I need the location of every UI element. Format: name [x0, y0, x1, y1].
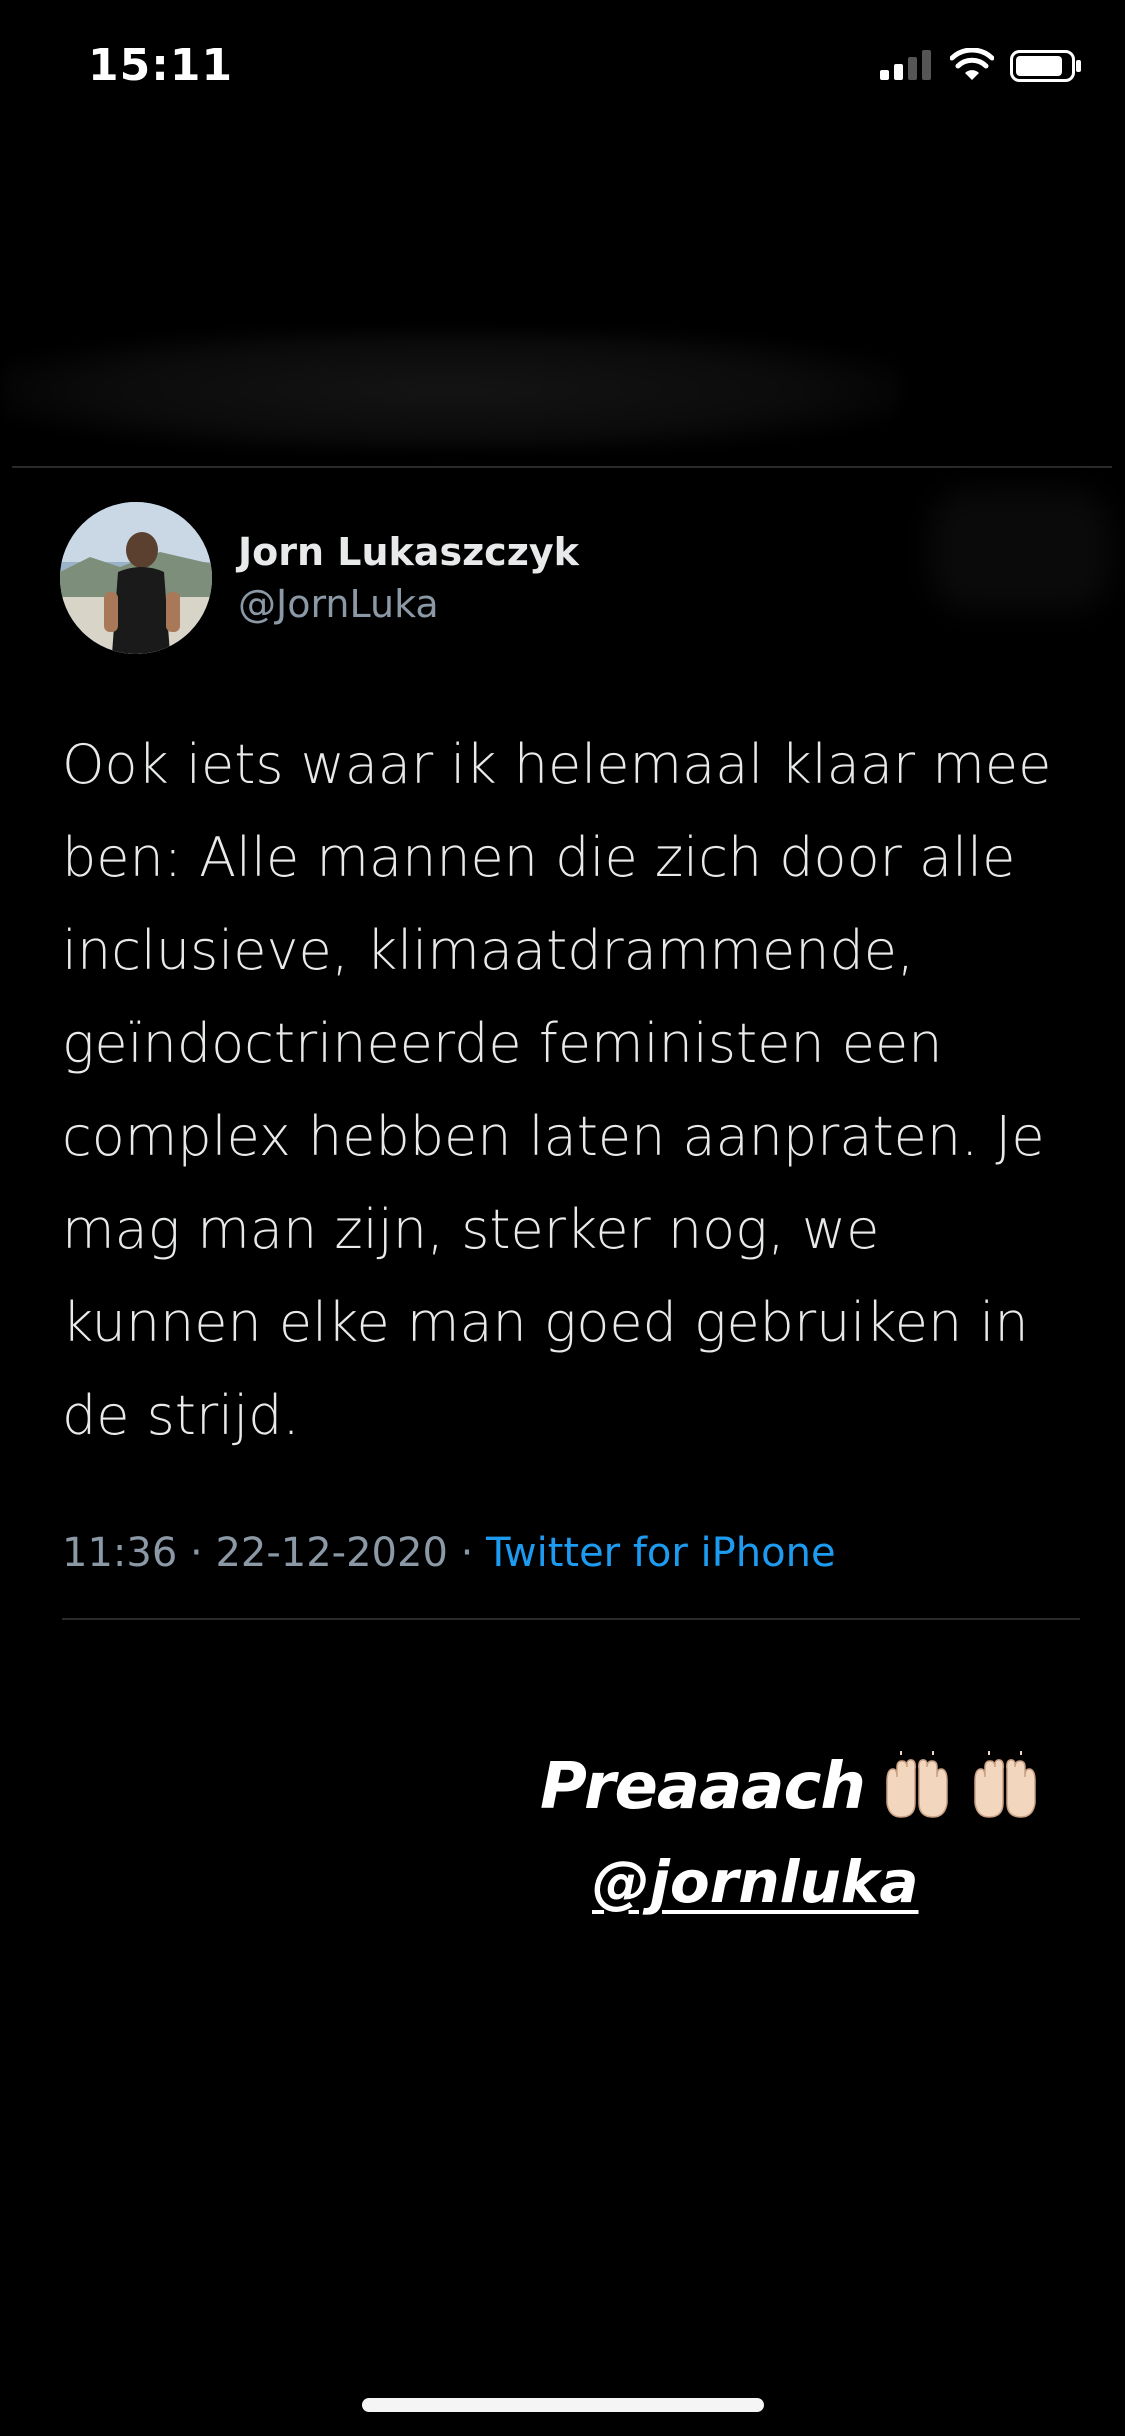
tweet-time: 11:36 — [62, 1530, 178, 1576]
caption-text: Preaaach — [540, 1750, 866, 1824]
battery-icon — [1010, 50, 1081, 82]
status-time: 15:11 — [88, 40, 234, 91]
meta-separator: · — [460, 1530, 474, 1576]
tweet-date: 22-12-2020 — [215, 1530, 448, 1576]
divider — [12, 466, 1112, 468]
wifi-icon — [950, 48, 994, 80]
tweet-text: Ook iets waar ik helemaal klaar mee ben:… — [62, 733, 1052, 1447]
author-name[interactable]: Jorn Lukaszczyk — [238, 530, 579, 574]
author-handle[interactable]: @JornLuka — [238, 582, 439, 626]
signal-icon — [880, 50, 931, 80]
home-indicator[interactable] — [362, 2398, 764, 2412]
raised-hands-icon — [974, 1751, 1036, 1818]
raised-hands-icon — [886, 1751, 948, 1818]
avatar[interactable] — [60, 502, 212, 654]
tweet-card[interactable]: Jorn Lukaszczyk @JornLuka Ook iets waar … — [0, 490, 1125, 1630]
caption-line: Preaaach — [540, 1750, 1080, 1824]
tweet-meta: 11:36 · 22-12-2020 · Twitter for iPhone — [62, 1530, 836, 1576]
status-bar: 15:11 — [0, 0, 1125, 140]
divider — [62, 1618, 1080, 1620]
redacted-area — [0, 330, 900, 450]
story-caption: Preaaach @jornluka — [540, 1750, 1080, 1916]
tweet-source-link[interactable]: Twitter for iPhone — [486, 1530, 836, 1576]
mention-link[interactable]: @jornluka — [592, 1848, 1080, 1916]
meta-separator: · — [190, 1530, 203, 1576]
